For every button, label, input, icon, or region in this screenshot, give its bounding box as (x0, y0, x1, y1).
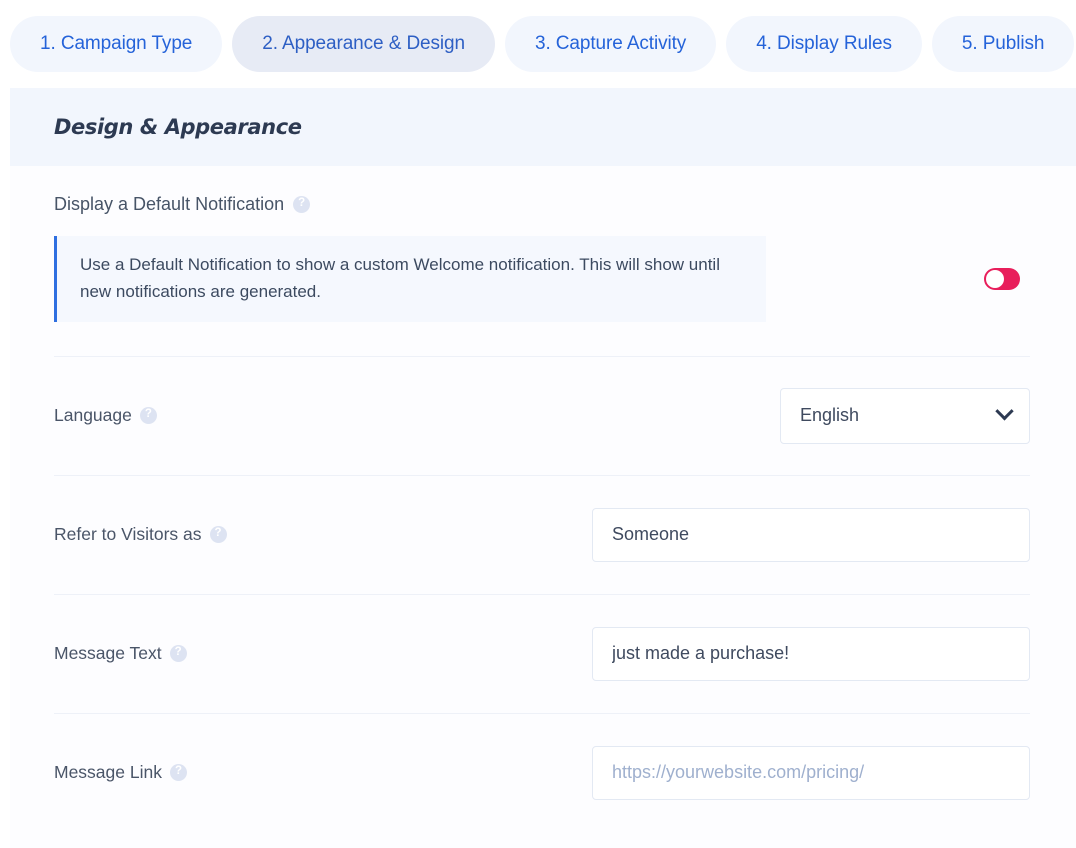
tab-campaign-type[interactable]: 1. Campaign Type (10, 16, 223, 72)
card-header: Design & Appearance (10, 88, 1076, 166)
tab-label: 1. Campaign Type (40, 33, 193, 54)
help-icon[interactable]: ? (293, 196, 311, 213)
message-text-label: Message Text ? (54, 643, 187, 664)
default-notification-row: Use a Default Notification to show a cus… (54, 236, 1030, 322)
default-notification-label: Display a Default Notification ? (54, 194, 1030, 215)
refer-to-visitors-label: Refer to Visitors as ? (54, 524, 227, 545)
campaign-step-tabs: 1. Campaign Type 2. Appearance & Design … (0, 0, 1076, 88)
language-select-value: English (800, 405, 860, 426)
language-label-text: Language (54, 405, 132, 426)
tab-label: 4. Display Rules (756, 33, 892, 54)
language-select[interactable]: English (780, 387, 1030, 444)
tab-publish[interactable]: 5. Publish (931, 16, 1075, 72)
default-notification-label-text: Display a Default Notification (54, 194, 285, 214)
message-text-row: Message Text ? (54, 595, 1030, 713)
help-icon[interactable]: ? (169, 645, 187, 663)
page-title: Design & Appearance (54, 115, 302, 139)
message-text-label-text: Message Text (54, 643, 162, 664)
help-icon[interactable]: ? (209, 526, 227, 544)
language-row: Language ? English (54, 357, 1030, 475)
default-notification-callout: Use a Default Notification to show a cus… (54, 236, 766, 322)
card-body: Display a Default Notification ? Use a D… (10, 166, 1076, 832)
tab-label: 5. Publish (961, 33, 1045, 54)
message-link-label-text: Message Link (54, 762, 162, 783)
tab-label: 3. Capture Activity (534, 33, 687, 54)
toggle-knob (986, 269, 1004, 288)
chevron-down-icon (995, 402, 1014, 421)
default-notification-toggle[interactable] (984, 267, 1020, 290)
message-link-label: Message Link ? (54, 762, 187, 783)
refer-to-visitors-row: Refer to Visitors as ? (54, 476, 1030, 594)
tab-label: 2. Appearance & Design (262, 33, 465, 54)
refer-to-visitors-input[interactable] (592, 507, 1030, 562)
design-appearance-card: Design & Appearance Display a Default No… (10, 88, 1076, 848)
message-link-row: Message Link ? (54, 714, 1030, 832)
default-notification-section: Display a Default Notification ? Use a D… (54, 166, 1030, 356)
refer-to-visitors-label-text: Refer to Visitors as (54, 524, 202, 545)
tab-appearance-design[interactable]: 2. Appearance & Design (232, 16, 495, 72)
tab-capture-activity[interactable]: 3. Capture Activity (504, 16, 717, 72)
tab-display-rules[interactable]: 4. Display Rules (726, 16, 922, 72)
message-text-input[interactable] (592, 626, 1030, 681)
language-label: Language ? (54, 405, 157, 426)
help-icon[interactable]: ? (139, 407, 157, 425)
message-link-input[interactable] (592, 745, 1030, 800)
help-icon[interactable]: ? (169, 764, 187, 782)
